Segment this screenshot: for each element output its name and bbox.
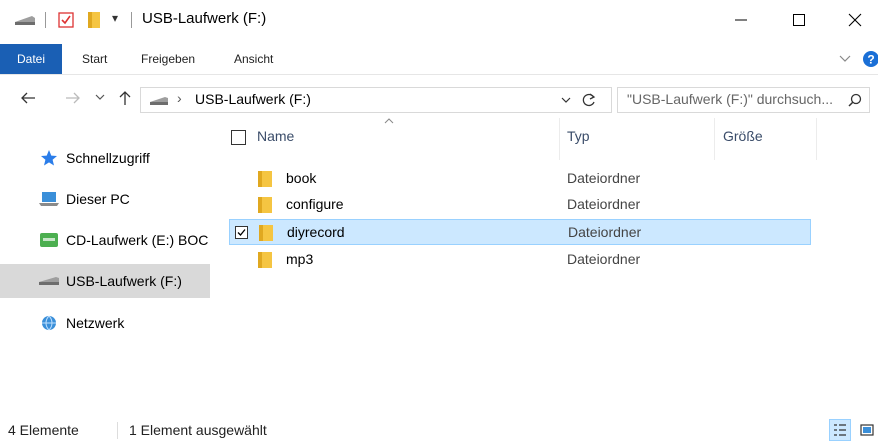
drive-icon bbox=[15, 16, 35, 25]
title-separator bbox=[131, 12, 132, 28]
refresh-icon[interactable] bbox=[581, 92, 597, 108]
tab-freigeben[interactable]: Freigeben bbox=[141, 52, 195, 66]
file-name: configure bbox=[286, 196, 344, 212]
status-separator bbox=[117, 422, 118, 439]
nav-item-dieser-pc[interactable]: Dieser PC bbox=[0, 182, 210, 216]
folder-icon bbox=[258, 252, 272, 268]
quick-access-dropdown[interactable]: ▾ bbox=[112, 11, 118, 25]
sort-ascending-icon bbox=[384, 118, 394, 124]
tab-start[interactable]: Start bbox=[82, 52, 107, 66]
title-separator bbox=[45, 12, 46, 28]
file-type: Dateiordner bbox=[567, 251, 641, 267]
folder-icon bbox=[259, 225, 273, 241]
title-bar: ▾ USB-Laufwerk (F:) bbox=[0, 0, 878, 40]
file-row[interactable]: mp3 Dateiordner bbox=[229, 247, 811, 273]
file-row-selected[interactable]: diyrecord Dateiordner bbox=[229, 219, 811, 245]
nav-item-label: Schnellzugriff bbox=[66, 150, 150, 166]
close-button[interactable] bbox=[832, 0, 878, 40]
file-name: book bbox=[286, 170, 317, 186]
tab-ansicht[interactable]: Ansicht bbox=[234, 52, 273, 66]
minimize-button[interactable] bbox=[718, 0, 764, 40]
breadcrumb-path[interactable]: USB-Laufwerk (F:) bbox=[195, 91, 311, 107]
properties-icon[interactable] bbox=[58, 12, 74, 28]
nav-item-label: Dieser PC bbox=[66, 191, 130, 207]
column-header-size[interactable]: Größe bbox=[723, 128, 763, 144]
usb-drive-icon bbox=[38, 272, 60, 290]
large-icons-view-button[interactable] bbox=[856, 419, 878, 441]
item-count: 4 Elemente bbox=[8, 422, 79, 438]
back-icon[interactable] bbox=[20, 91, 36, 105]
details-view-icon bbox=[834, 424, 846, 436]
maximize-button[interactable] bbox=[776, 0, 822, 40]
column-header-type[interactable]: Typ bbox=[567, 128, 590, 144]
file-name: mp3 bbox=[286, 251, 314, 267]
search-input[interactable]: "USB-Laufwerk (F:)" durchsuch... bbox=[617, 87, 870, 113]
nav-item-netzwerk[interactable]: Netzwerk bbox=[0, 306, 210, 340]
close-icon bbox=[848, 13, 862, 27]
network-icon bbox=[38, 314, 60, 332]
ribbon-expand-icon[interactable] bbox=[839, 54, 851, 64]
file-name: diyrecord bbox=[287, 224, 345, 240]
nav-item-usb-laufwerk[interactable]: USB-Laufwerk (F:) bbox=[0, 264, 210, 298]
star-icon bbox=[38, 149, 60, 167]
recent-locations-icon[interactable] bbox=[95, 94, 105, 102]
drive-icon bbox=[150, 97, 168, 105]
svg-text:?: ? bbox=[867, 53, 874, 67]
cd-drive-icon bbox=[38, 231, 60, 249]
new-folder-icon[interactable] bbox=[87, 11, 101, 29]
status-bar: 4 Elemente 1 Element ausgewählt bbox=[0, 418, 878, 445]
tab-datei[interactable]: Datei bbox=[0, 44, 62, 74]
nav-item-cd-laufwerk[interactable]: CD-Laufwerk (E:) BOC bbox=[0, 223, 210, 257]
large-icons-view-icon bbox=[860, 424, 874, 436]
computer-icon bbox=[38, 190, 60, 208]
folder-icon bbox=[258, 171, 272, 187]
details-view-button[interactable] bbox=[829, 419, 851, 441]
column-separator[interactable] bbox=[714, 118, 715, 160]
checkmark-icon bbox=[237, 229, 246, 236]
file-type: Dateiordner bbox=[568, 224, 642, 240]
file-row[interactable]: configure Dateiordner bbox=[229, 192, 811, 218]
row-checkbox[interactable] bbox=[235, 226, 248, 239]
window-title: USB-Laufwerk (F:) bbox=[142, 10, 267, 27]
file-type: Dateiordner bbox=[567, 170, 641, 186]
column-header-name[interactable]: Name bbox=[257, 128, 294, 144]
nav-item-label: USB-Laufwerk (F:) bbox=[66, 273, 182, 289]
address-bar[interactable]: › USB-Laufwerk (F:) bbox=[140, 87, 612, 113]
breadcrumb-separator[interactable]: › bbox=[177, 90, 182, 106]
select-all-checkbox[interactable] bbox=[231, 130, 246, 145]
nav-item-schnellzugriff[interactable]: Schnellzugriff bbox=[0, 141, 210, 175]
forward-icon[interactable] bbox=[65, 91, 81, 105]
selection-count: 1 Element ausgewählt bbox=[129, 422, 267, 438]
maximize-icon bbox=[793, 14, 805, 26]
ribbon-tabs: Datei Start Freigeben Ansicht ? bbox=[0, 44, 878, 75]
search-icon[interactable] bbox=[848, 93, 862, 107]
folder-icon bbox=[258, 197, 272, 213]
nav-item-label: CD-Laufwerk (E:) BOC bbox=[66, 232, 209, 248]
file-type: Dateiordner bbox=[567, 196, 641, 212]
file-list: Name Typ Größe book Dateiordner configur… bbox=[214, 118, 878, 408]
search-placeholder: "USB-Laufwerk (F:)" durchsuch... bbox=[627, 91, 834, 107]
file-row[interactable]: book Dateiordner bbox=[229, 166, 811, 192]
minimize-icon bbox=[735, 19, 747, 21]
column-separator[interactable] bbox=[559, 118, 560, 160]
column-separator[interactable] bbox=[816, 118, 817, 160]
up-icon[interactable] bbox=[118, 90, 132, 106]
help-icon[interactable]: ? bbox=[862, 50, 878, 68]
address-dropdown-icon[interactable] bbox=[561, 97, 571, 105]
navigation-pane: Schnellzugriff Dieser PC CD-Laufwerk (E:… bbox=[0, 118, 212, 408]
column-header-row: Name Typ Größe bbox=[229, 118, 817, 160]
nav-item-label: Netzwerk bbox=[66, 315, 125, 331]
